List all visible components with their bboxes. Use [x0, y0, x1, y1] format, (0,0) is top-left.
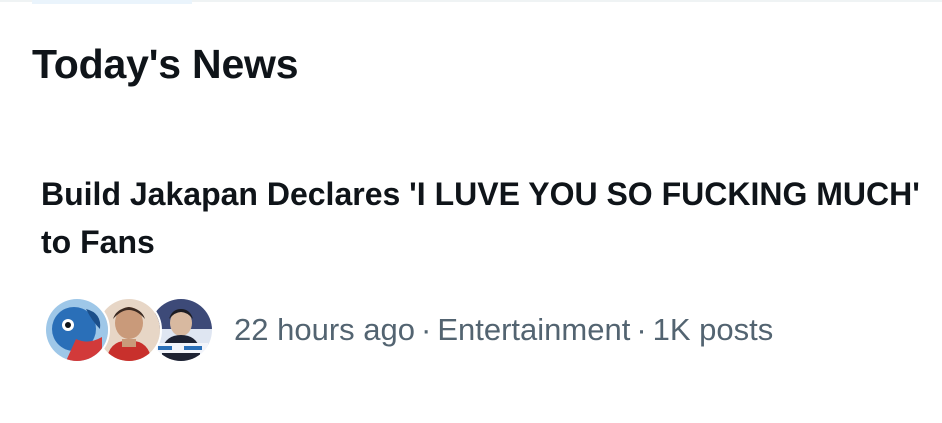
- news-trend-item[interactable]: Build Jakapan Declares 'I LUVE YOU SO FU…: [0, 150, 942, 380]
- blue-character-avatar: [44, 297, 110, 363]
- trend-meta: 22 hours ago · Entertainment · 1K posts: [234, 310, 773, 350]
- trend-headline[interactable]: Build Jakapan Declares 'I LUVE YOU SO FU…: [41, 170, 936, 266]
- avatar-stack: [44, 297, 214, 363]
- meta-separator: ·: [636, 312, 647, 347]
- section-title: Today's News: [32, 41, 299, 87]
- trend-time: 22 hours ago: [234, 312, 415, 347]
- trend-category: Entertainment: [437, 312, 631, 347]
- trend-post-count: 1K posts: [652, 312, 774, 347]
- tab-indicator: [32, 0, 192, 4]
- meta-separator: ·: [420, 312, 432, 347]
